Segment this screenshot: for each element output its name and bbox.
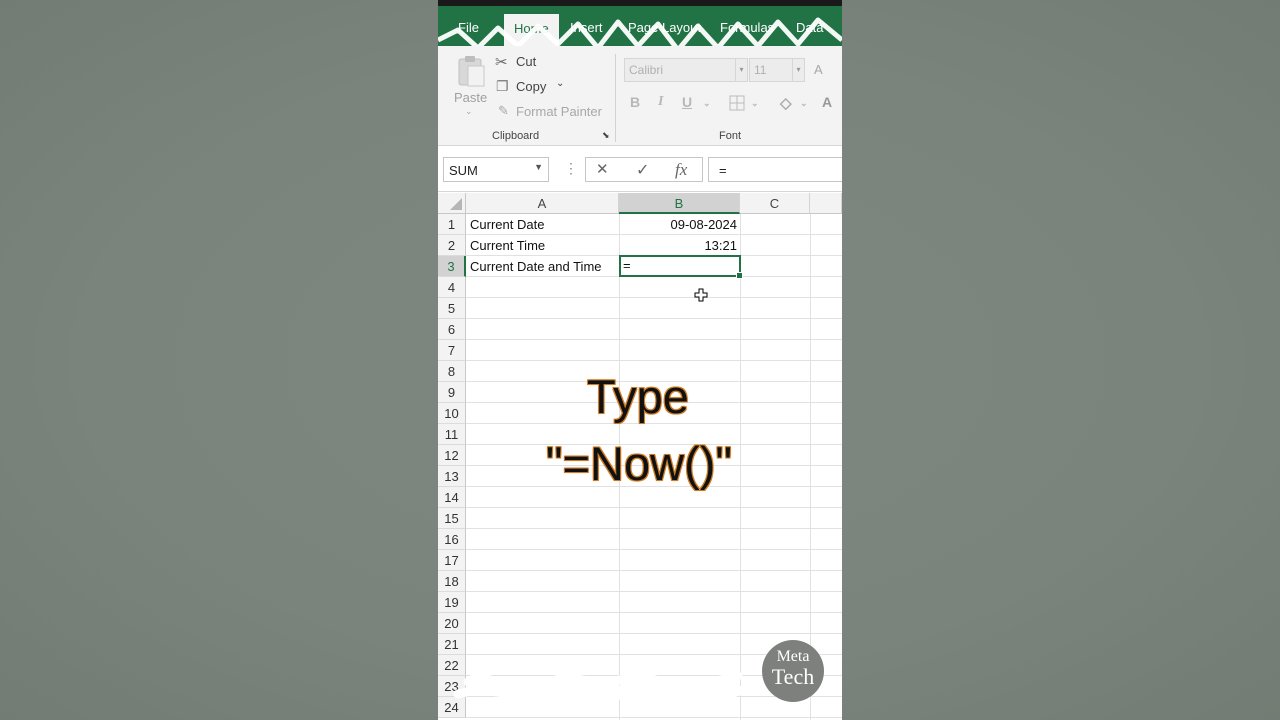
italic-button[interactable]: I (658, 94, 663, 110)
row-header[interactable]: 6 (438, 319, 466, 340)
formula-input[interactable]: = (708, 157, 842, 182)
row-divider (466, 297, 842, 298)
row-header[interactable]: 20 (438, 613, 466, 634)
underline-button[interactable]: U (682, 94, 692, 110)
row-header[interactable]: 17 (438, 550, 466, 571)
copy-dropdown-icon[interactable]: ⌄ (556, 78, 564, 89)
row-header[interactable]: 13 (438, 466, 466, 487)
row-header[interactable]: 5 (438, 298, 466, 319)
font-name-select[interactable]: Calibri (624, 58, 736, 82)
scissors-icon: ✂ (495, 54, 508, 71)
row-header[interactable]: 10 (438, 403, 466, 424)
format-painter-label: Format Painter (516, 104, 602, 119)
fill-color-icon[interactable]: ◇ (780, 94, 792, 112)
font-name-dropdown-icon[interactable]: ▾ (736, 58, 748, 82)
paintbrush-icon: ✎ (498, 103, 509, 118)
cancel-entry-button[interactable]: ✕ (596, 160, 609, 178)
row-header[interactable]: 3 (438, 256, 466, 277)
active-cell-content: = (623, 258, 631, 273)
font-group-label: Font (719, 130, 742, 142)
name-box[interactable]: SUM ▼ (443, 157, 549, 182)
row-divider (466, 591, 842, 592)
row-header[interactable]: 9 (438, 382, 466, 403)
confirm-entry-button[interactable]: ✓ (636, 160, 649, 180)
row-divider (466, 507, 842, 508)
row-divider (466, 612, 842, 613)
overlay-instruction-line1: Type (587, 370, 689, 423)
column-header-a[interactable]: A (466, 193, 619, 214)
underline-dropdown-icon[interactable]: ⌄ (703, 98, 711, 109)
watermark-line2: Tech (771, 664, 815, 689)
cell-a2[interactable]: Current Time (467, 235, 619, 256)
copy-icon: ❐ (496, 78, 509, 94)
cell-b2[interactable]: 13:21 (619, 235, 740, 256)
row-divider (466, 360, 842, 361)
fill-color-dropdown-icon[interactable]: ⌄ (800, 98, 808, 109)
paste-icon (458, 56, 485, 87)
cell-a1[interactable]: Current Date (467, 214, 619, 235)
paste-label: Paste (454, 90, 488, 105)
borders-icon[interactable] (729, 95, 745, 111)
row-divider (466, 528, 842, 529)
ribbon-tab-bar: File Home Insert Page Layout Formulas Da… (438, 0, 842, 46)
cell-a3[interactable]: Current Date and Time (467, 256, 619, 277)
overlay-instruction-formula: "=Now()" (545, 437, 733, 490)
group-divider (615, 54, 616, 142)
row-header[interactable]: 12 (438, 445, 466, 466)
insert-function-button[interactable]: fx (675, 160, 687, 180)
row-divider (466, 339, 842, 340)
formula-buttons: ✕ ✓ fx (585, 157, 703, 182)
row-header[interactable]: 1 (438, 214, 466, 235)
active-cell-b3[interactable]: = (619, 255, 743, 279)
name-box-dropdown-icon[interactable]: ▼ (534, 162, 543, 172)
paste-dropdown-icon[interactable]: ⌄ (465, 106, 473, 117)
row-header[interactable]: 2 (438, 235, 466, 256)
zigzag-scribble-decoration (438, 17, 842, 46)
cell-b1[interactable]: 09-08-2024 (619, 214, 740, 235)
meta-tech-watermark-logo: Meta Tech (762, 640, 824, 702)
row-divider (466, 633, 842, 634)
row-divider (466, 318, 842, 319)
row-header[interactable]: 11 (438, 424, 466, 445)
grow-font-icon[interactable]: A (814, 62, 823, 77)
font-color-button[interactable]: A (822, 94, 832, 110)
column-divider (810, 214, 811, 720)
row-header[interactable]: 19 (438, 592, 466, 613)
row-divider (466, 717, 842, 718)
clipboard-launcher-icon[interactable]: ⬊ (602, 130, 610, 141)
row-divider (466, 549, 842, 550)
row-header[interactable]: 7 (438, 340, 466, 361)
cell-select-cursor-icon (694, 288, 708, 302)
font-size-dropdown-icon[interactable]: ▾ (793, 58, 805, 82)
clipboard-group-label: Clipboard (492, 130, 540, 142)
column-header-b[interactable]: B (619, 193, 740, 214)
column-header-c[interactable]: C (740, 193, 810, 214)
ribbon-home: Paste ⌄ ✂ Cut ❐ Copy ⌄ ✎ Format Painter … (438, 46, 842, 146)
bold-button[interactable]: B (630, 94, 640, 110)
excel-window: File Home Insert Page Layout Formulas Da… (438, 0, 842, 720)
row-header[interactable]: 18 (438, 571, 466, 592)
row-header[interactable]: 14 (438, 487, 466, 508)
row-header[interactable]: 16 (438, 529, 466, 550)
formula-bar-grip-icon: ⋮ (564, 160, 578, 176)
row-header[interactable]: 15 (438, 508, 466, 529)
formula-bar: SUM ▼ ⋮ ✕ ✓ fx = (438, 146, 842, 192)
borders-dropdown-icon[interactable]: ⌄ (751, 98, 759, 109)
row-header[interactable]: 8 (438, 361, 466, 382)
font-size-select[interactable]: 11 (749, 58, 793, 82)
row-divider (466, 570, 842, 571)
column-header-d[interactable] (810, 193, 842, 214)
cut-label: Cut (516, 54, 537, 69)
copy-label: Copy (516, 79, 547, 94)
row-header[interactable]: 4 (438, 277, 466, 298)
name-box-value: SUM (449, 163, 478, 178)
white-scribble-decoration (453, 659, 753, 709)
select-all-corner[interactable] (438, 193, 466, 214)
